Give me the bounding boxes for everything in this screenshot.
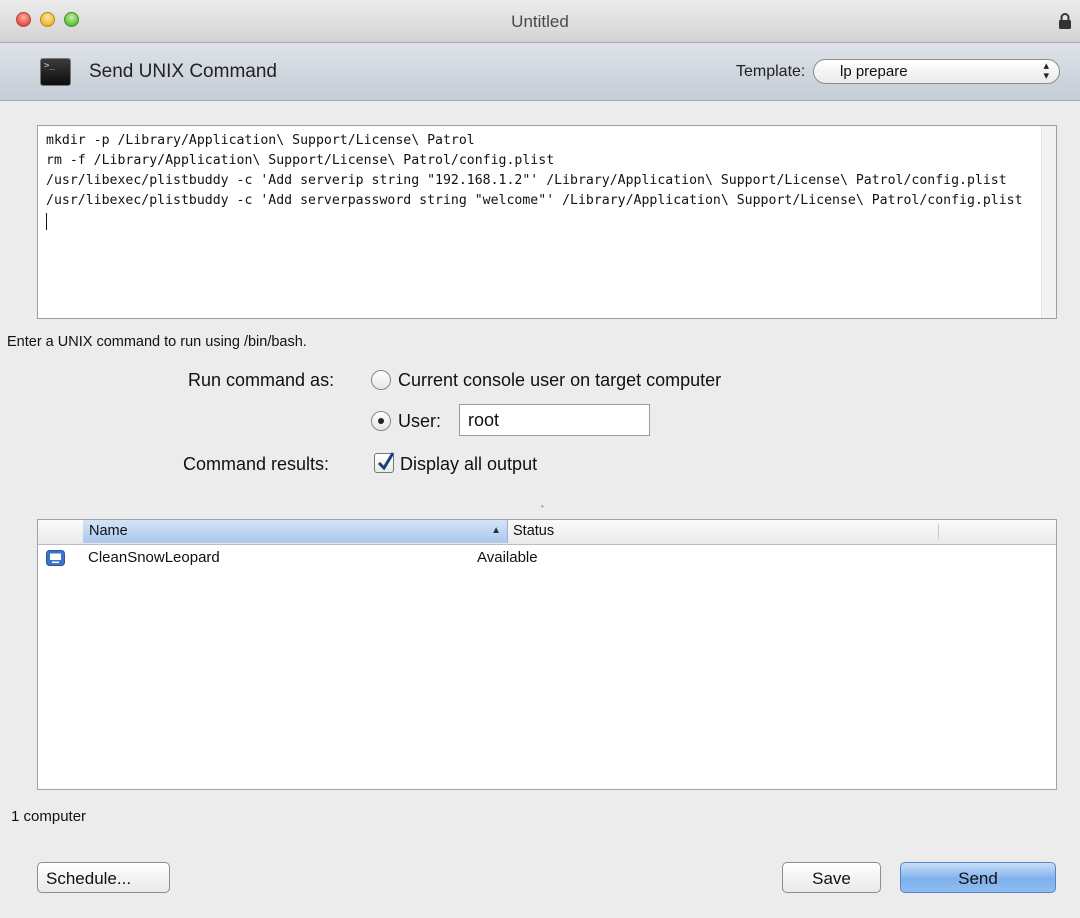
radio-console-user-label[interactable]: Current console user on target computer xyxy=(398,370,721,391)
command-hint: Enter a UNIX command to run using /bin/b… xyxy=(7,334,307,350)
table-header: Name ▲ Status xyxy=(38,520,1056,545)
sort-ascending-icon: ▲ xyxy=(491,525,501,536)
computer-table: Name ▲ Status CleanSnowLeopard Available xyxy=(37,519,1057,790)
template-select-value: lp prepare xyxy=(840,63,908,80)
terminal-icon: >_ xyxy=(40,58,71,86)
save-button[interactable]: Save xyxy=(782,862,881,893)
column-header-name[interactable]: Name ▲ xyxy=(83,520,508,543)
command-text: mkdir -p /Library/Application\ Support/L… xyxy=(46,133,1023,208)
column-divider xyxy=(938,524,939,539)
schedule-button[interactable]: Schedule... xyxy=(37,862,170,893)
chevron-up-down-icon: ▴ ▾ xyxy=(1043,60,1049,82)
radio-specific-user[interactable] xyxy=(371,411,391,431)
display-output-checkbox[interactable] xyxy=(374,452,395,473)
header-band: >_ Send UNIX Command Template: lp prepar… xyxy=(0,43,1080,101)
user-name-field[interactable] xyxy=(459,404,650,436)
radio-console-user[interactable] xyxy=(371,370,391,390)
command-text-area[interactable]: mkdir -p /Library/Application\ Support/L… xyxy=(37,125,1057,319)
command-scrollbar[interactable] xyxy=(1041,126,1056,318)
row-name: CleanSnowLeopard xyxy=(88,549,220,566)
radio-specific-user-label[interactable]: User: xyxy=(398,411,441,432)
template-label: Template: xyxy=(736,63,806,80)
page-title: Send UNIX Command xyxy=(89,61,277,82)
checkmark-icon xyxy=(377,452,395,471)
computer-count: 1 computer xyxy=(11,808,87,825)
run-as-label: Run command as: xyxy=(188,370,335,390)
template-select[interactable]: lp prepare ▴ ▾ xyxy=(813,59,1060,84)
title-bar: Untitled xyxy=(0,0,1080,43)
table-row[interactable]: CleanSnowLeopard Available xyxy=(38,544,1056,570)
text-caret xyxy=(46,213,47,230)
row-status: Available xyxy=(477,549,538,566)
column-header-status[interactable]: Status xyxy=(513,523,554,539)
command-results-label: Command results: xyxy=(183,454,330,474)
send-unix-command-window: Untitled >_ Send UNIX Command Template: … xyxy=(0,0,1080,918)
window-title: Untitled xyxy=(511,12,569,31)
computer-icon xyxy=(46,550,65,566)
display-output-label[interactable]: Display all output xyxy=(400,454,537,475)
split-resize-handle[interactable]: • xyxy=(541,502,546,511)
send-button[interactable]: Send xyxy=(900,862,1056,893)
lock-icon xyxy=(1059,13,1071,29)
